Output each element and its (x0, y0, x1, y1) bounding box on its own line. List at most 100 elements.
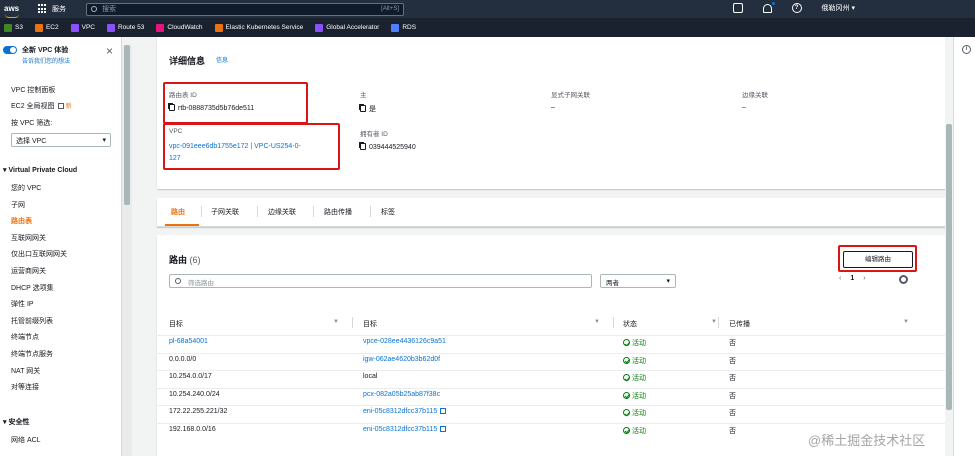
routes-title-text: 路由 (169, 255, 188, 265)
favorite-ec2[interactable]: EC2 (34, 23, 59, 32)
search-placeholder: 搜索 (102, 6, 116, 13)
sort-icon[interactable]: ▼ (333, 319, 339, 325)
search-icon (91, 6, 97, 12)
tab-tags[interactable]: 标签 (381, 207, 395, 217)
column-header-status[interactable]: 状态 (623, 319, 637, 329)
favorite-label: Route 53 (117, 24, 145, 31)
sort-icon[interactable]: ▼ (594, 319, 600, 325)
sidebar-item-ec2-global-view[interactable]: EC2 全局视图 新 (11, 101, 72, 111)
sidebar-item[interactable]: DHCP 选项集 (11, 283, 54, 293)
sidebar-item[interactable]: 子网 (11, 200, 25, 210)
info-icon[interactable]: i (962, 45, 971, 54)
services-menu[interactable]: 服务 (52, 4, 66, 14)
column-header-target[interactable]: 目标 (363, 319, 377, 329)
help-panel-rail (953, 37, 975, 456)
gear-icon[interactable] (899, 275, 908, 284)
sidebar-item[interactable]: 弹性 IP (11, 299, 34, 309)
route-target[interactable]: igw-062ae4620b3b62d0f (363, 356, 440, 363)
favorite-vpc[interactable]: VPC (70, 23, 95, 32)
copy-icon[interactable] (360, 143, 366, 150)
section-virtual-private-cloud[interactable]: Virtual Private Cloud (3, 166, 77, 174)
side-navigation: 全新 VPC 体验 告诉我们您的想法 × VPC 控制面板 EC2 全局视图新 … (0, 37, 122, 456)
route-target[interactable]: vpce-028ee4436126c9a51 (363, 338, 446, 345)
favorite-label: RDS (402, 24, 417, 31)
favorite-rds[interactable]: RDS (391, 23, 417, 32)
sidebar-item[interactable]: 运营商网关 (11, 266, 46, 276)
route-status: 活动 (623, 426, 646, 436)
sidebar-item[interactable]: 终端节点服务 (11, 349, 53, 359)
feedback-link[interactable]: 告诉我们您的想法 (22, 56, 70, 65)
vpc-filter-label: 按 VPC 筛选: (11, 120, 53, 127)
favorite-global-accelerator[interactable]: Global Accelerator (315, 23, 379, 32)
route-status: 活动 (623, 356, 646, 366)
tab-routes[interactable]: 路由 (171, 207, 185, 217)
sort-icon[interactable]: ▼ (903, 319, 909, 325)
table-row-divider (157, 352, 945, 354)
route-target[interactable]: eni-05c8312dfcc37b115 (363, 408, 447, 415)
cloudshell-icon[interactable] (732, 3, 743, 13)
table-row-divider (157, 335, 945, 336)
next-page-icon[interactable]: › (863, 275, 865, 282)
chevron-down-icon: ▾ (102, 137, 106, 144)
help-icon[interactable]: ? (791, 3, 802, 13)
section-security[interactable]: 安全性 (3, 417, 29, 427)
route-type-value: 两者 (606, 280, 619, 287)
edge-association-value: – (742, 104, 746, 111)
filter-routes-input[interactable]: 筛选路由 (169, 274, 592, 288)
route-destination[interactable]: pl-68a54001 (169, 338, 208, 345)
region-selector[interactable]: 俄勒冈州 ▾ (822, 3, 855, 13)
route-destination: 192.168.0.0/16 (169, 425, 216, 433)
sidebar-item-dashboard[interactable]: VPC 控制面板 (11, 85, 55, 95)
sidebar-item[interactable]: 托管前缀列表 (11, 316, 53, 326)
route-target[interactable]: pcx-082a05b25ab87f38c (363, 391, 440, 398)
new-experience-toggle[interactable] (3, 46, 17, 54)
sidebar-scroll-thumb[interactable] (124, 45, 130, 205)
notifications-bell-icon[interactable] (762, 1, 775, 13)
favorite-elastic-kubernetes-service[interactable]: Elastic Kubernetes Service (214, 23, 303, 32)
sort-icon[interactable]: ▼ (711, 319, 717, 325)
route-type-dropdown[interactable]: 两者 ▾ (600, 274, 676, 288)
routes-title: 路由 (6) (169, 253, 201, 266)
favorite-cloudwatch[interactable]: CloudWatch (156, 23, 203, 32)
route-status: 活动 (623, 373, 646, 383)
route-propagated: 否 (729, 392, 736, 400)
main-scroll-thumb[interactable] (946, 124, 952, 410)
route-target[interactable]: eni-05c8312dfcc37b115 (363, 425, 447, 433)
tab-route-propagation[interactable]: 路由传播 (324, 207, 352, 217)
copy-icon[interactable] (360, 105, 366, 112)
aws-logo[interactable]: aws (0, 5, 26, 18)
column-header-propagated[interactable]: 已传播 (729, 319, 750, 329)
favorite-s3[interactable]: S3 (4, 23, 23, 32)
services-grid-icon[interactable] (38, 4, 48, 14)
vpc-filter-select[interactable]: 选择 VPC ▾ (11, 133, 111, 147)
search-shortcut: [Alt+S] (381, 6, 399, 12)
sidebar-item[interactable]: 终端节点 (11, 332, 39, 342)
sidebar-item[interactable]: NAT 网关 (11, 366, 40, 376)
sidebar-item-network-acl[interactable]: 网络 ACL (11, 435, 41, 445)
sidebar-item[interactable]: 路由表 (11, 216, 32, 226)
sidebar-item[interactable]: 您的 VPC (11, 183, 41, 193)
sidebar-item[interactable]: 对等连接 (11, 382, 39, 392)
search-input[interactable]: 搜索 [Alt+S] (86, 2, 404, 16)
previous-page-icon[interactable]: ‹ (839, 275, 841, 282)
service-icon (106, 23, 115, 32)
details-panel: 详细信息 信息 路由表 ID rtb-0888735d5b76de511 主 是… (157, 37, 945, 189)
route-status-text: 活动 (632, 340, 646, 347)
sidebar-item-label: EC2 全局视图 (11, 103, 55, 110)
tab-subnet-associations[interactable]: 子网关联 (211, 207, 239, 217)
tab-edge-associations[interactable]: 边缘关联 (268, 207, 296, 217)
column-header-destination[interactable]: 目标 (169, 319, 183, 329)
service-icon (70, 23, 79, 32)
routes-count: (6) (189, 255, 201, 265)
main-content: 详细信息 信息 路由表 ID rtb-0888735d5b76de511 主 是… (133, 37, 945, 456)
info-link[interactable]: 信息 (216, 55, 228, 64)
favorite-label: S3 (15, 24, 23, 31)
external-link-icon (57, 103, 64, 109)
route-target-text: local (363, 373, 378, 380)
close-icon[interactable]: × (106, 44, 113, 58)
current-page[interactable]: 1 (850, 275, 854, 282)
edge-association-label: 边缘关联 (742, 92, 768, 99)
sidebar-item[interactable]: 仅出口互联网网关 (11, 249, 67, 259)
favorite-route-53[interactable]: Route 53 (106, 23, 145, 32)
sidebar-item[interactable]: 互联网网关 (11, 233, 46, 243)
